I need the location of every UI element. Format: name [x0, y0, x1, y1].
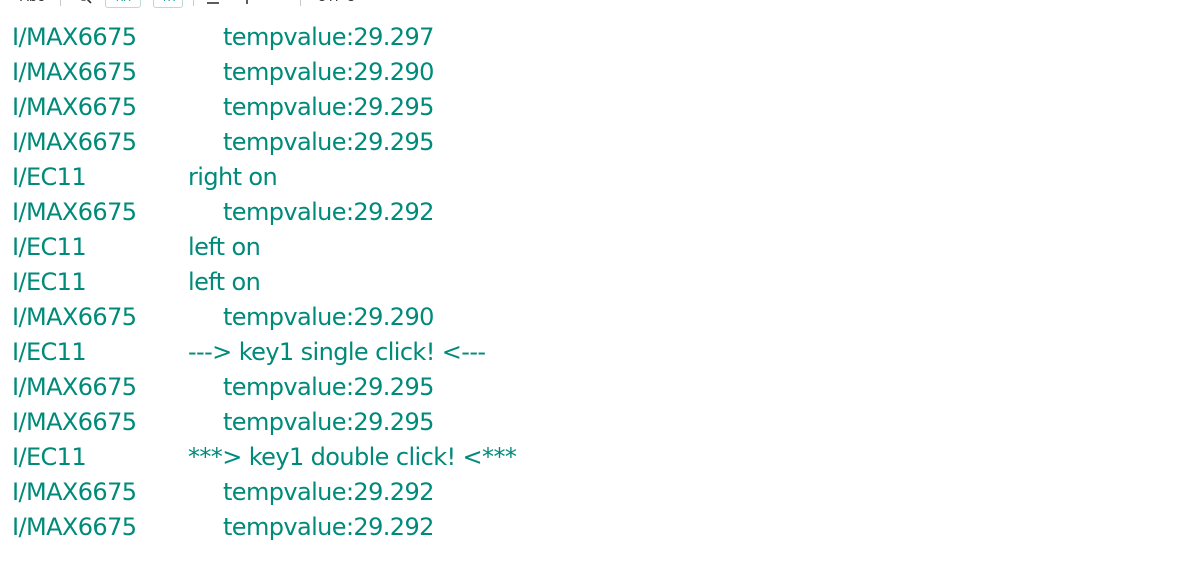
log-line: I/MAX6675 tempvalue:29.295 — [12, 370, 1195, 405]
log-line: I/MAX6675 tempvalue:29.297 — [12, 20, 1195, 55]
toolbar-divider — [300, 0, 302, 6]
log-message: ***> key1 double click! <*** — [188, 443, 517, 471]
log-tag: I/MAX6675 — [12, 198, 137, 226]
log-tag: I/MAX6675 — [12, 373, 137, 401]
rx-filter-button[interactable]: RX — [99, 0, 147, 8]
rx-filter-label: RX — [105, 0, 142, 8]
log-message: tempvalue:29.295 — [223, 93, 434, 121]
log-tag: I/EC11 — [12, 338, 87, 366]
toolbar: Abc RX TX UTF-8 — [0, 0, 1195, 8]
log-line: I/MAX6675 tempvalue:29.295 — [12, 90, 1195, 125]
log-line: I/EC11 right on — [12, 160, 1195, 195]
log-line: I/MAX6675 tempvalue:29.292 — [12, 475, 1195, 510]
log-tag: I/MAX6675 — [12, 58, 137, 86]
log-line: I/MAX6675 tempvalue:29.290 — [12, 55, 1195, 90]
log-tag: I/MAX6675 — [12, 513, 137, 541]
log-message: tempvalue:29.290 — [223, 58, 434, 86]
log-tag: I/EC11 — [12, 233, 87, 261]
log-tag: I/EC11 — [12, 443, 87, 471]
log-tag: I/MAX6675 — [12, 408, 137, 436]
pin-icon[interactable] — [234, 0, 260, 8]
encoding-selector[interactable]: UTF-8 — [311, 0, 361, 8]
text-underline-icon[interactable] — [198, 0, 228, 8]
toolbar-divider — [60, 0, 62, 6]
log-line: I/MAX6675 tempvalue:29.295 — [12, 405, 1195, 440]
serial-log: I/MAX6675 tempvalue:29.297 I/MAX6675 tempva… — [12, 20, 1195, 545]
tx-filter-label: TX — [153, 0, 184, 8]
log-line: I/EC11 ***> key1 double click! <*** — [12, 440, 1195, 475]
log-message: tempvalue:29.292 — [223, 513, 434, 541]
log-tag: I/EC11 — [12, 268, 87, 296]
log-message: tempvalue:29.295 — [223, 373, 434, 401]
log-tag: I/MAX6675 — [12, 478, 137, 506]
log-message: tempvalue:29.295 — [223, 408, 434, 436]
log-line: I/MAX6675 tempvalue:29.292 — [12, 510, 1195, 545]
toolbar-divider — [193, 0, 195, 6]
log-message: ---> key1 single click! <--- — [188, 338, 486, 366]
log-message: left on — [188, 268, 261, 296]
tx-filter-button[interactable]: TX — [147, 0, 189, 8]
log-line: I/EC11 ---> key1 single click! <--- — [12, 335, 1195, 370]
log-line: I/MAX6675 tempvalue:29.292 — [12, 195, 1195, 230]
log-line: I/MAX6675 tempvalue:29.290 — [12, 300, 1195, 335]
log-tag: I/MAX6675 — [12, 23, 137, 51]
log-message: tempvalue:29.290 — [223, 303, 434, 331]
log-message: tempvalue:29.297 — [223, 23, 434, 51]
log-line: I/EC11 left on — [12, 265, 1195, 300]
log-line: I/MAX6675 tempvalue:29.295 — [12, 125, 1195, 160]
log-message: right on — [188, 163, 278, 191]
log-line: I/EC11 left on — [12, 230, 1195, 265]
search-icon[interactable] — [71, 0, 99, 8]
log-tag: I/MAX6675 — [12, 303, 137, 331]
abc-label[interactable]: Abc — [14, 0, 50, 8]
log-tag: I/MAX6675 — [12, 93, 137, 121]
log-message: left on — [188, 233, 261, 261]
log-message: tempvalue:29.292 — [223, 198, 434, 226]
log-tag: I/MAX6675 — [12, 128, 137, 156]
log-tag: I/EC11 — [12, 163, 87, 191]
log-message: tempvalue:29.292 — [223, 478, 434, 506]
log-message: tempvalue:29.295 — [223, 128, 434, 156]
